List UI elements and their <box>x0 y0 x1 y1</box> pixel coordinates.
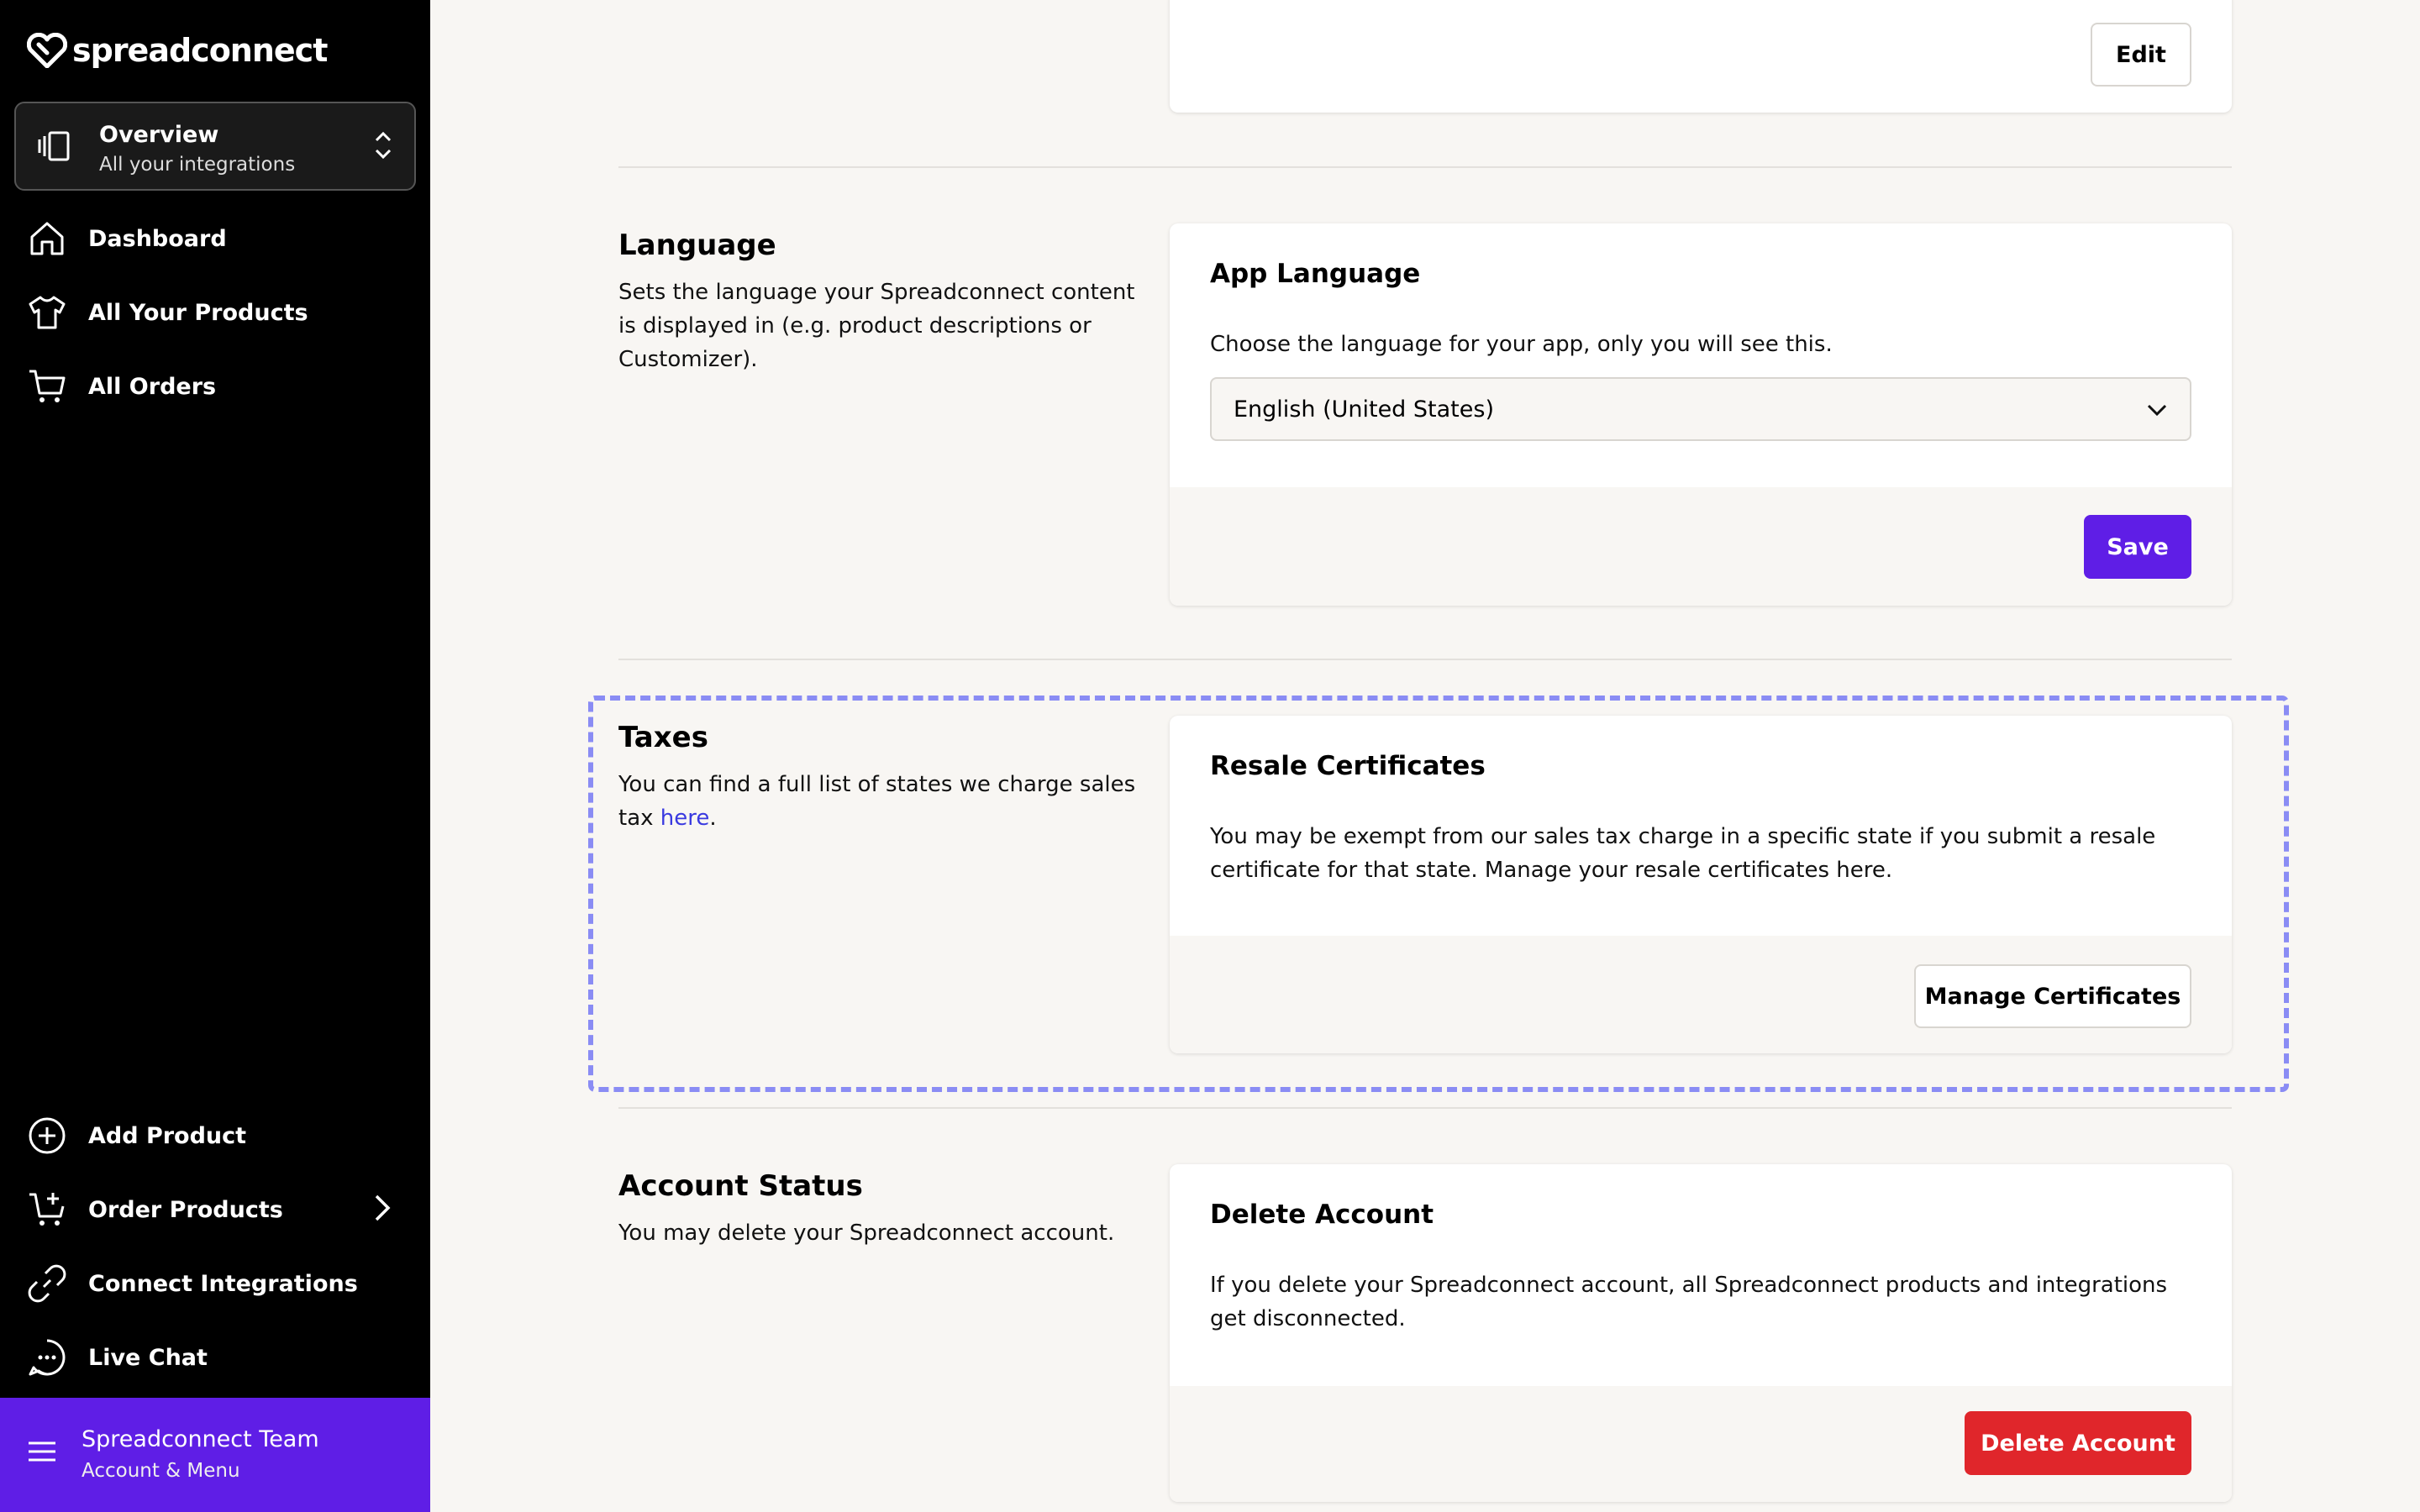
language-select-value: English (United States) <box>1234 396 1494 423</box>
delete-account-text: If you delete your Spreadconnect account… <box>1210 1273 2168 1331</box>
edit-button[interactable]: Edit <box>2091 23 2191 87</box>
nav-all-orders[interactable]: All Orders <box>27 363 216 410</box>
nav-order-products-label: Order Products <box>88 1196 283 1223</box>
app-language-footer: Save <box>1170 487 2232 606</box>
sidebar: spreadconnect Overview All your integrat… <box>0 0 430 1512</box>
nav-connect-integrations[interactable]: Connect Integrations <box>27 1260 358 1307</box>
taxes-section-title: Taxes <box>618 721 708 754</box>
home-icon <box>30 222 64 255</box>
switcher-subtitle: All your integrations <box>99 154 296 176</box>
nav-all-products-label: All Your Products <box>88 299 308 326</box>
plus-circle-icon <box>29 1117 66 1154</box>
nav-order-products[interactable]: Order Products <box>27 1186 283 1233</box>
language-select[interactable]: English (United States) <box>1210 377 2191 441</box>
link-icon <box>28 1264 66 1303</box>
resale-certificates-title: Resale Certificates <box>1210 751 1486 781</box>
section-divider <box>618 166 2232 168</box>
tax-states-link[interactable]: here <box>660 806 710 831</box>
delete-account-footer: Delete Account <box>1170 1386 2232 1502</box>
tshirt-icon <box>29 296 66 329</box>
manage-certificates-button[interactable]: Manage Certificates <box>1914 964 2191 1028</box>
chevron-up-down-icon <box>375 131 392 160</box>
taxes-description-suffix: . <box>709 806 717 831</box>
top-settings-card: Edit <box>1170 0 2232 113</box>
save-button[interactable]: Save <box>2084 515 2191 579</box>
nav-all-orders-label: All Orders <box>88 373 217 400</box>
layers-icon <box>38 131 70 161</box>
cart-plus-icon <box>29 1193 65 1226</box>
switcher-title: Overview <box>99 122 219 148</box>
nav-add-product[interactable]: Add Product <box>27 1112 246 1159</box>
brand-name: spreadconnect <box>72 32 328 69</box>
hamburger-menu-icon <box>29 1441 55 1462</box>
taxes-section-description: You can find a full list of states we ch… <box>618 768 1139 835</box>
language-section-description: Sets the language your Spreadconnect con… <box>618 280 1135 372</box>
cart-icon <box>29 370 66 402</box>
delete-account-title: Delete Account <box>1210 1200 1434 1230</box>
nav-dashboard-label: Dashboard <box>88 225 227 252</box>
resale-certificates-text: You may be exempt from our sales tax cha… <box>1210 824 2156 883</box>
chat-bubble-icon <box>29 1339 66 1376</box>
nav-all-products[interactable]: All Your Products <box>27 289 308 336</box>
app-language-card: App Language Choose the language for you… <box>1170 223 2232 606</box>
account-status-section-description: You may delete your Spreadconnect accoun… <box>618 1221 1115 1246</box>
resale-certificates-footer: Manage Certificates <box>1170 936 2232 1053</box>
nav-connect-integrations-label: Connect Integrations <box>88 1270 358 1297</box>
chevron-right-icon[interactable] <box>370 1191 395 1225</box>
nav-live-chat[interactable]: Live Chat <box>27 1334 208 1381</box>
section-divider <box>618 1107 2232 1109</box>
language-section-title: Language <box>618 228 776 262</box>
account-menu[interactable]: Spreadconnect Team Account & Menu <box>0 1398 430 1512</box>
app-language-title: App Language <box>1210 259 1421 289</box>
nav-live-chat-label: Live Chat <box>88 1344 208 1371</box>
delete-account-card: Delete Account If you delete your Spread… <box>1170 1164 2232 1502</box>
nav-dashboard[interactable]: Dashboard <box>27 215 227 262</box>
app-language-text: Choose the language for your app, only y… <box>1210 332 1833 357</box>
heart-logo-icon <box>27 33 67 68</box>
integration-switcher[interactable]: Overview All your integrations <box>14 102 416 191</box>
delete-account-button[interactable]: Delete Account <box>1965 1411 2191 1475</box>
logo[interactable]: spreadconnect <box>27 32 328 69</box>
account-subtitle: Account & Menu <box>82 1460 240 1482</box>
section-divider <box>618 659 2232 660</box>
chevron-down-icon <box>2147 404 2167 417</box>
resale-certificates-card: Resale Certificates You may be exempt fr… <box>1170 716 2232 1053</box>
nav-add-product-label: Add Product <box>88 1122 247 1149</box>
account-name: Spreadconnect Team <box>82 1426 319 1452</box>
account-status-section-title: Account Status <box>618 1169 863 1203</box>
